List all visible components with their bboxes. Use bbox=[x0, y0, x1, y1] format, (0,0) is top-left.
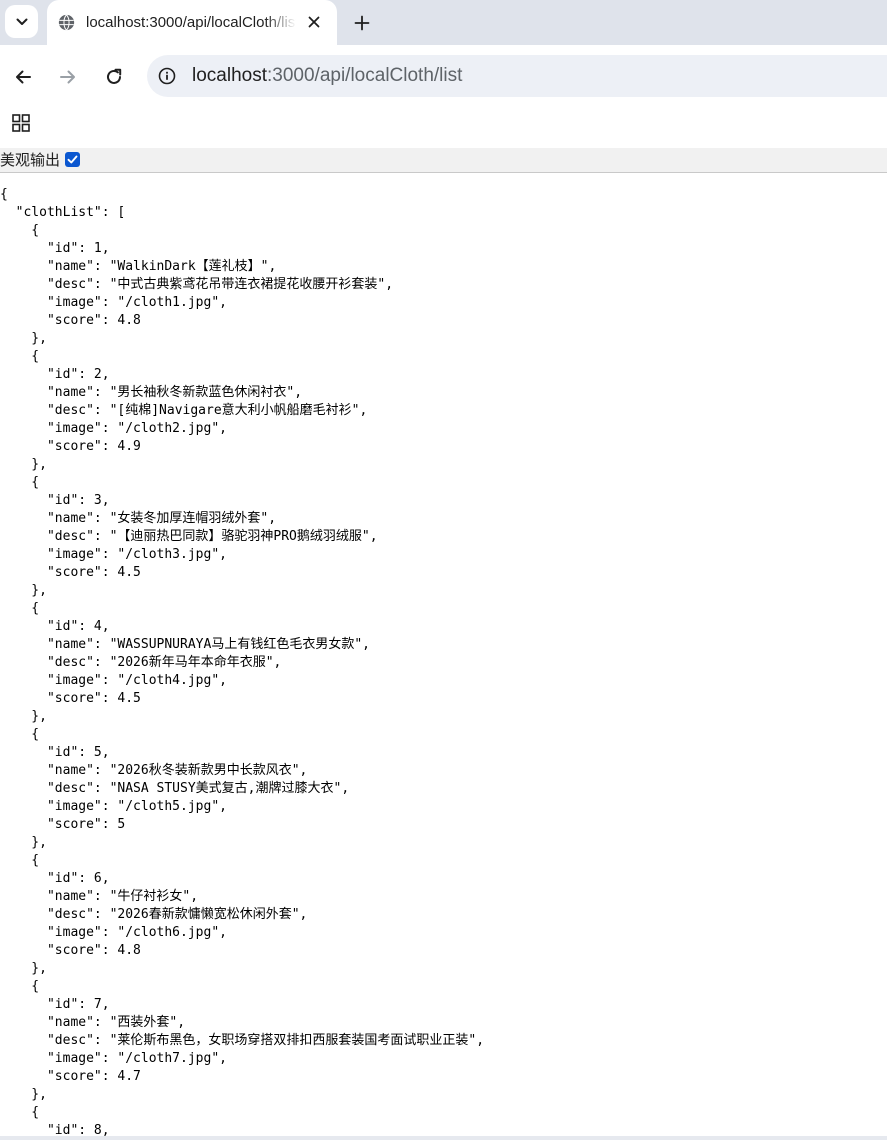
active-tab[interactable]: localhost:3000/api/localCloth/list bbox=[47, 0, 337, 45]
json-line: "image": "/cloth6.jpg", bbox=[0, 925, 227, 940]
json-line: "score": 4.8 bbox=[0, 943, 141, 958]
json-line: "image": "/cloth1.jpg", bbox=[0, 295, 227, 310]
json-line: }, bbox=[0, 709, 47, 724]
json-line: "clothList": [ bbox=[0, 205, 126, 220]
json-line: "name": "牛仔衬衫女", bbox=[0, 889, 199, 904]
json-line: "id": 4, bbox=[0, 619, 110, 634]
json-line: { bbox=[0, 979, 40, 994]
back-button[interactable] bbox=[7, 61, 39, 93]
json-line: "score": 4.7 bbox=[0, 1069, 141, 1084]
arrow-right-icon bbox=[60, 70, 75, 84]
pretty-print-label: 美观输出 bbox=[0, 151, 61, 169]
json-line: "score": 5 bbox=[0, 817, 126, 832]
json-line: }, bbox=[0, 583, 47, 598]
json-line: "desc": "2026春新款慵懒宽松休闲外套", bbox=[0, 907, 308, 922]
browser-toolbar: localhost:3000/api/localCloth/list bbox=[0, 45, 887, 107]
json-line: "desc": "【迪丽热巴同款】骆驼羽神PRO鹅绒羽绒服", bbox=[0, 529, 378, 544]
plus-icon bbox=[354, 15, 370, 31]
json-line: "image": "/cloth5.jpg", bbox=[0, 799, 227, 814]
json-line: "id": 1, bbox=[0, 241, 110, 256]
json-line: "image": "/cloth7.jpg", bbox=[0, 1051, 227, 1066]
json-line: "name": "WASSUPNURAYA马上有钱红色毛衣男女款", bbox=[0, 637, 370, 652]
json-line: "id": 3, bbox=[0, 493, 110, 508]
json-line: "image": "/cloth3.jpg", bbox=[0, 547, 227, 562]
json-line: }, bbox=[0, 1087, 47, 1102]
json-line: "image": "/cloth2.jpg", bbox=[0, 421, 227, 436]
json-line: "desc": "NASA STUSY美式复古,潮牌过膝大衣", bbox=[0, 781, 350, 796]
json-line: "name": "西装外套", bbox=[0, 1015, 186, 1030]
chevron-down-icon bbox=[16, 18, 27, 25]
json-line: }, bbox=[0, 457, 47, 472]
tab-close-button[interactable] bbox=[304, 12, 324, 32]
globe-icon bbox=[58, 14, 75, 31]
json-line: { bbox=[0, 853, 40, 868]
url-host: localhost bbox=[192, 65, 267, 86]
json-line: "desc": "中式古典紫鸢花吊带连衣裙提花收腰开衫套装", bbox=[0, 277, 394, 292]
apps-button[interactable] bbox=[9, 111, 33, 135]
json-line: "name": "WalkinDark【莲礼枝】", bbox=[0, 259, 277, 274]
forward-button[interactable] bbox=[52, 61, 84, 93]
json-line: "score": 4.5 bbox=[0, 691, 141, 706]
json-line: }, bbox=[0, 835, 47, 850]
json-line: { bbox=[0, 601, 40, 616]
json-line: "id": 5, bbox=[0, 745, 110, 760]
tab-search-button[interactable] bbox=[5, 5, 38, 38]
tab-strip: localhost:3000/api/localCloth/list bbox=[0, 0, 887, 45]
pretty-print-bar: 美观输出 bbox=[0, 148, 887, 173]
reload-icon bbox=[107, 68, 122, 84]
json-line: "desc": "[纯棉]Navigare意大利小帆船磨毛衬衫", bbox=[0, 403, 368, 418]
json-line: { bbox=[0, 1105, 40, 1120]
url-text: localhost:3000/api/localCloth/list bbox=[192, 64, 462, 88]
apps-grid-icon bbox=[12, 114, 30, 132]
json-line: "id": 2, bbox=[0, 367, 110, 382]
json-line: "score": 4.9 bbox=[0, 439, 141, 454]
json-line: "desc": "2026新年马年本命年衣服", bbox=[0, 655, 282, 670]
json-line: "id": 7, bbox=[0, 997, 110, 1012]
json-line: "id": 6, bbox=[0, 871, 110, 886]
json-line: { bbox=[0, 475, 40, 490]
json-line: "name": "2026秋冬装新款男中长款风衣", bbox=[0, 763, 308, 778]
json-line: { bbox=[0, 187, 8, 202]
json-line: { bbox=[0, 223, 40, 238]
json-line: { bbox=[0, 349, 40, 364]
tab-title: localhost:3000/api/localCloth/list bbox=[86, 14, 296, 31]
bookmarks-bar bbox=[0, 107, 887, 147]
checkmark-icon bbox=[67, 155, 78, 164]
json-line: "score": 4.5 bbox=[0, 565, 141, 580]
arrow-left-icon bbox=[16, 70, 31, 84]
new-tab-button[interactable] bbox=[347, 8, 377, 38]
address-bar[interactable]: localhost:3000/api/localCloth/list bbox=[147, 55, 887, 97]
url-path: :3000/api/localCloth/list bbox=[267, 65, 463, 86]
json-line: { bbox=[0, 727, 40, 742]
close-icon bbox=[308, 16, 320, 28]
window-bottom-edge bbox=[0, 1136, 887, 1140]
json-line: "desc": "莱伦斯布黑色，女职场穿搭双排扣西服套装国考面试职业正装", bbox=[0, 1033, 485, 1048]
site-info-button[interactable] bbox=[157, 66, 177, 86]
json-line: "name": "女装冬加厚连帽羽绒外套", bbox=[0, 511, 277, 526]
reload-button[interactable] bbox=[98, 61, 130, 93]
json-content: { "clothList": [ { "id": 1, "name": "Wal… bbox=[0, 186, 484, 1140]
pretty-print-checkbox[interactable] bbox=[65, 152, 80, 167]
json-line: }, bbox=[0, 961, 47, 976]
info-icon bbox=[158, 67, 176, 85]
json-line: "score": 4.8 bbox=[0, 313, 141, 328]
json-line: }, bbox=[0, 331, 47, 346]
json-line: "name": "男长袖秋冬新款蓝色休闲衬衣", bbox=[0, 385, 303, 400]
json-line: "image": "/cloth4.jpg", bbox=[0, 673, 227, 688]
